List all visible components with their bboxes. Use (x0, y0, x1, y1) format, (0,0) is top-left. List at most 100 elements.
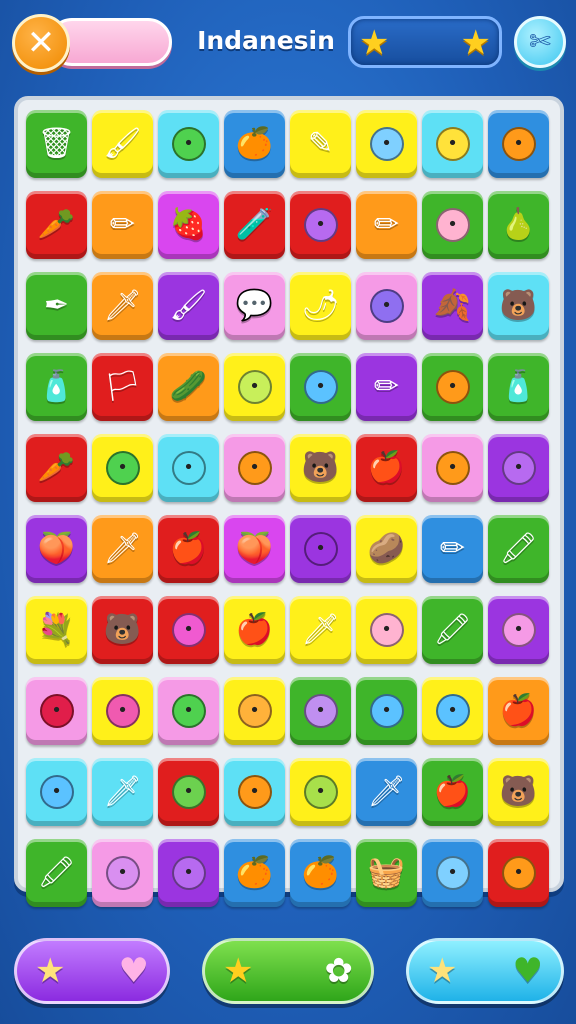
tile[interactable]: • (158, 677, 219, 745)
tile[interactable]: • (356, 677, 417, 745)
tile[interactable]: • (224, 758, 285, 826)
apple-icon: 🍎 (433, 774, 472, 809)
tile[interactable]: 🗡 (356, 758, 417, 826)
tile[interactable]: 🖌 (158, 272, 219, 340)
tile[interactable]: 🗡 (290, 596, 351, 664)
tile[interactable]: • (488, 596, 549, 664)
tile[interactable]: • (356, 110, 417, 178)
tile[interactable]: • (26, 758, 87, 826)
tile[interactable]: • (422, 353, 483, 421)
booster-button-right[interactable]: ★ ♥ (406, 938, 564, 1004)
tile[interactable]: ✏ (92, 191, 153, 259)
tile[interactable]: 🐻 (488, 758, 549, 826)
tile[interactable]: 🍊 (224, 110, 285, 178)
star-creature-icon: ★ (35, 951, 66, 991)
tile[interactable]: 🗡 (92, 758, 153, 826)
tile[interactable]: ✏ (356, 191, 417, 259)
face-icon: • (369, 127, 404, 161)
tile[interactable]: • (158, 596, 219, 664)
tile[interactable]: 🖌 (92, 110, 153, 178)
tile[interactable]: • (356, 596, 417, 664)
basket-icon: 🧺 (367, 855, 406, 890)
tile[interactable]: • (224, 677, 285, 745)
tile[interactable]: 🖍 (422, 596, 483, 664)
booster-button-center[interactable]: ★ ✿ (202, 938, 374, 1004)
tile[interactable]: • (422, 677, 483, 745)
tile[interactable]: • (290, 677, 351, 745)
apple-icon: 🍎 (169, 531, 208, 566)
tile[interactable]: • (422, 191, 483, 259)
level-title: Indanesin (197, 26, 335, 55)
tile[interactable]: 💐 (26, 596, 87, 664)
tile[interactable]: 🍊 (224, 839, 285, 907)
tile[interactable]: • (422, 110, 483, 178)
tile[interactable]: • (158, 434, 219, 502)
tile[interactable]: 🍎 (158, 515, 219, 583)
tile[interactable]: 🐻 (488, 272, 549, 340)
tile[interactable]: 💬 (224, 272, 285, 340)
tile[interactable]: 🍐 (488, 191, 549, 259)
tile[interactable]: 🧴 (488, 353, 549, 421)
crayon-icon: ✏ (373, 207, 400, 242)
bear-icon: 🐻 (103, 612, 142, 647)
tile[interactable]: • (158, 110, 219, 178)
tile[interactable]: • (92, 677, 153, 745)
tile[interactable]: 🗡 (92, 272, 153, 340)
tile[interactable]: • (92, 839, 153, 907)
tile[interactable]: 🍎 (224, 596, 285, 664)
tile[interactable]: ✎ (290, 110, 351, 178)
tile[interactable]: • (488, 434, 549, 502)
tile[interactable]: • (422, 839, 483, 907)
face-icon: • (369, 613, 404, 647)
tile[interactable]: • (224, 353, 285, 421)
tile[interactable]: 🍑 (26, 515, 87, 583)
tile[interactable]: 🍎 (356, 434, 417, 502)
tile[interactable]: • (488, 110, 549, 178)
flag-icon: 🏳 (103, 369, 142, 404)
tile[interactable]: 🥕 (26, 434, 87, 502)
tile[interactable]: 🖍 (26, 839, 87, 907)
tile[interactable]: 🐻 (92, 596, 153, 664)
tile[interactable]: 🍓 (158, 191, 219, 259)
tile[interactable]: • (356, 272, 417, 340)
tile[interactable]: 🧴 (26, 353, 87, 421)
tile[interactable]: 🧺 (356, 839, 417, 907)
tile[interactable]: • (290, 515, 351, 583)
tile[interactable]: 🗡 (92, 515, 153, 583)
tile[interactable]: 🥕 (26, 191, 87, 259)
tile[interactable]: • (158, 839, 219, 907)
tile[interactable]: 🐻 (290, 434, 351, 502)
tile[interactable]: 🥔 (356, 515, 417, 583)
booster-button-left[interactable]: ★ ♥ (14, 938, 170, 1004)
tile[interactable]: 🍎 (422, 758, 483, 826)
tile[interactable]: 🖍 (488, 515, 549, 583)
tile[interactable]: • (224, 434, 285, 502)
tile[interactable]: • (290, 191, 351, 259)
star-bar: ★ ★ (348, 16, 502, 68)
crayon-icon: 🖍 (499, 531, 538, 566)
tile[interactable]: 🍂 (422, 272, 483, 340)
tile[interactable]: 🏳 (92, 353, 153, 421)
tile[interactable]: • (422, 434, 483, 502)
tile[interactable]: ✏ (422, 515, 483, 583)
bear-icon: 🐻 (301, 450, 340, 485)
tile[interactable]: • (26, 677, 87, 745)
tile[interactable]: • (290, 353, 351, 421)
tile[interactable]: 🍎 (488, 677, 549, 745)
tile[interactable]: 🍊 (290, 839, 351, 907)
tile[interactable]: • (290, 758, 351, 826)
tile[interactable]: 🍑 (224, 515, 285, 583)
tile[interactable]: • (92, 434, 153, 502)
tile[interactable]: 🌶 (290, 272, 351, 340)
tile[interactable]: 🧪 (224, 191, 285, 259)
tile[interactable]: • (488, 839, 549, 907)
tile[interactable]: ✒ (26, 272, 87, 340)
tile[interactable]: 🗑 (26, 110, 87, 178)
tile[interactable]: 🥒 (158, 353, 219, 421)
settings-button[interactable]: ✄ (514, 16, 566, 68)
close-button[interactable]: ✕ (12, 14, 70, 72)
tile[interactable]: ✏ (356, 353, 417, 421)
tile[interactable]: • (158, 758, 219, 826)
star-icon: ★ (359, 23, 390, 63)
face-icon: • (435, 127, 470, 161)
